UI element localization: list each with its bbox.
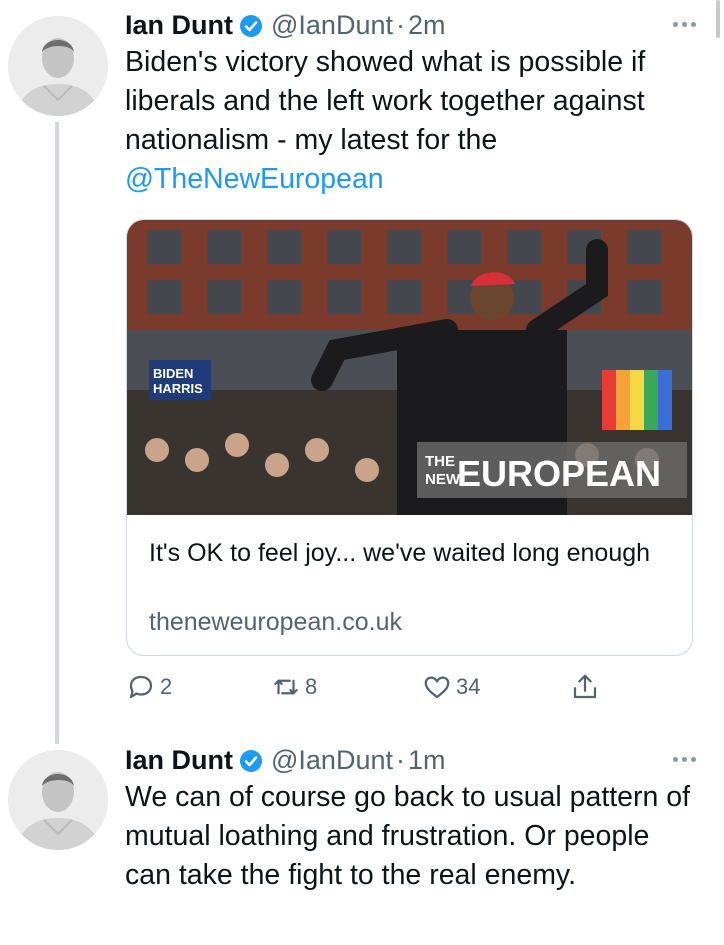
tweet-header: Ian Dunt @IanDunt · 1m	[125, 745, 694, 776]
avatar-photo-icon	[8, 16, 108, 116]
verified-badge-icon	[240, 14, 262, 37]
watermark-new: NEW	[425, 471, 461, 488]
tweet-actions: 2 8 34	[126, 672, 606, 708]
reply-icon	[129, 675, 153, 699]
share-button[interactable]	[570, 672, 604, 702]
tweet-time[interactable]: 1m	[408, 745, 446, 776]
share-icon	[573, 674, 597, 699]
like-button[interactable]: 34	[422, 672, 480, 702]
retweet-icon	[274, 679, 298, 695]
author-name[interactable]: Ian Dunt	[125, 745, 233, 776]
link-card[interactable]: BIDEN HARRIS THE NEW EUROPEAN It's OK to…	[126, 219, 693, 656]
tweet-text: We can of course go back to usual patter…	[125, 778, 694, 895]
sign-text-harris: HARRIS	[153, 381, 203, 396]
thread-line	[55, 122, 59, 744]
card-domain[interactable]: theneweuropean.co.uk	[149, 608, 402, 637]
reply-count: 2	[160, 674, 173, 699]
reply-button[interactable]: 2	[126, 672, 172, 702]
card-image[interactable]: BIDEN HARRIS THE NEW EUROPEAN	[127, 220, 692, 515]
card-title[interactable]: It's OK to feel joy... we've waited long…	[149, 536, 669, 570]
separator-dot: ·	[395, 10, 405, 40]
tweet-1[interactable]: Ian Dunt @IanDunt · 2m Biden's victory s…	[0, 0, 724, 744]
verified-badge-icon	[240, 749, 262, 772]
tweet-text-main: We can of course go back to usual patter…	[125, 781, 691, 891]
tweet-2[interactable]: Ian Dunt @IanDunt · 1m We can of course …	[0, 740, 724, 945]
sign-text-biden: BIDEN	[153, 366, 193, 381]
more-options-icon[interactable]	[673, 22, 696, 27]
watermark-european: EUROPEAN	[457, 453, 661, 494]
tweet-time[interactable]: 2m	[408, 10, 446, 41]
tweet-body: Ian Dunt @IanDunt · 2m Biden's victory s…	[125, 10, 696, 199]
tweet-text-main: Biden's victory showed what is possible …	[125, 46, 646, 156]
like-count: 34	[456, 674, 481, 699]
author-name[interactable]: Ian Dunt	[125, 10, 233, 41]
retweet-count: 8	[305, 674, 318, 699]
watermark-the: THE	[425, 453, 455, 470]
tweet-body: Ian Dunt @IanDunt · 1m We can of course …	[125, 745, 696, 895]
mention-link[interactable]: @TheNewEuropean	[125, 163, 384, 195]
author-avatar[interactable]	[8, 16, 108, 116]
avatar-photo-icon	[8, 750, 108, 850]
heart-icon	[424, 676, 450, 699]
author-handle[interactable]: @IanDunt	[271, 10, 393, 41]
author-avatar[interactable]	[8, 750, 108, 850]
separator-dot: ·	[395, 745, 405, 775]
more-options-icon[interactable]	[673, 757, 696, 762]
tweet-header: Ian Dunt @IanDunt · 2m	[125, 10, 694, 41]
tweet-text: Biden's victory showed what is possible …	[125, 43, 694, 199]
author-handle[interactable]: @IanDunt	[271, 745, 393, 776]
retweet-button[interactable]: 8	[271, 672, 317, 702]
